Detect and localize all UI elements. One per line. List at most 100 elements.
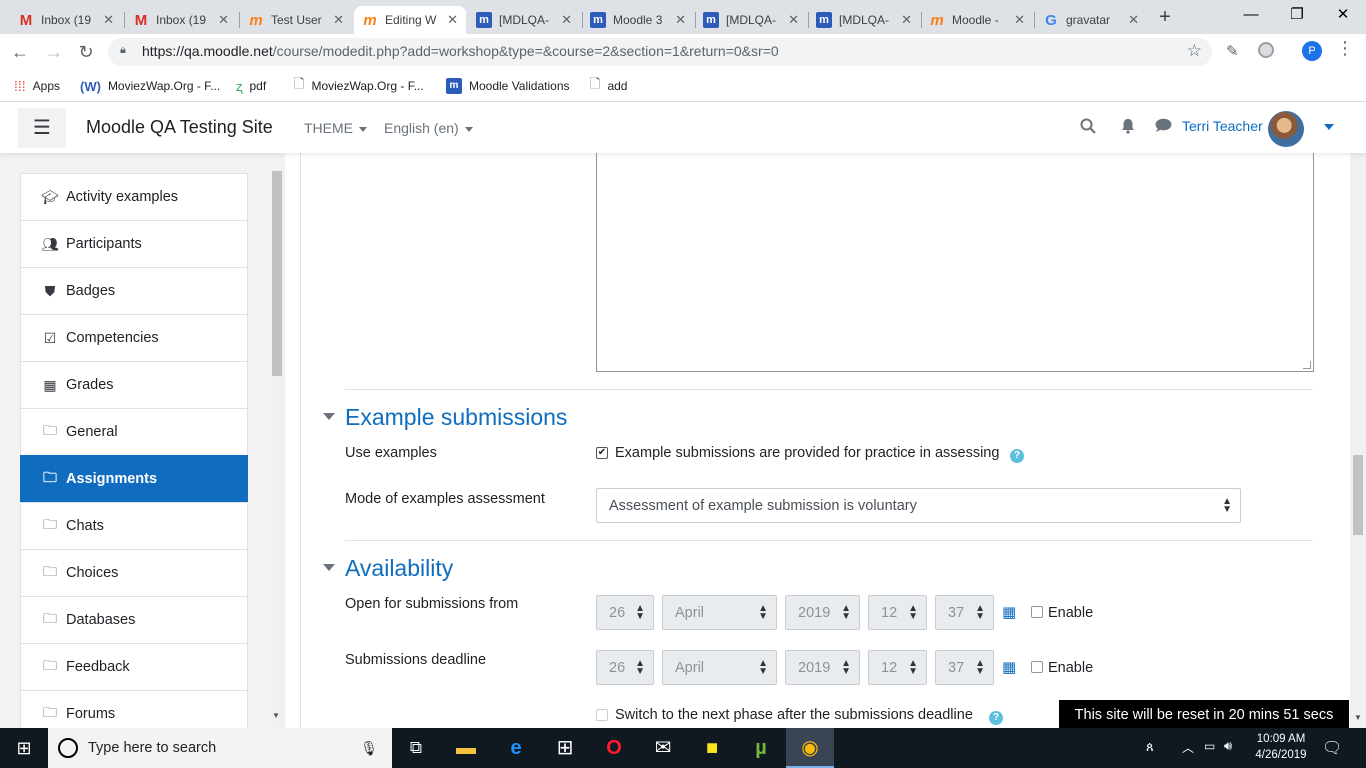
minimize-window-icon[interactable]: — xyxy=(1228,0,1274,32)
action-center-icon[interactable]: 🗨︎ xyxy=(1322,738,1342,758)
browser-tab[interactable]: M Inbox (19 ✕ xyxy=(10,6,122,34)
close-tab-icon[interactable]: ✕ xyxy=(561,12,572,28)
nav-item-activity-examples[interactable]: 🎓︎ Activity examples xyxy=(20,173,248,221)
bookmark-item[interactable]: 🗋︎ MoviezWap.Org - F... xyxy=(294,76,424,96)
browser-tab-active[interactable]: m Editing W ✕ xyxy=(354,6,466,34)
close-tab-icon[interactable]: ✕ xyxy=(218,12,229,28)
nav-item-grades[interactable]: ▦ Grades xyxy=(20,361,248,409)
browser-tab[interactable]: m Moodle 3 ✕ xyxy=(582,6,694,34)
nav-item-feedback[interactable]: 🗀 Feedback xyxy=(20,643,248,691)
open-hour-select[interactable]: 12 ▲ ▼ xyxy=(868,595,927,630)
use-examples-checkbox[interactable]: ✔ xyxy=(596,447,608,459)
nav-item-forums[interactable]: 🗀 Forums xyxy=(20,690,248,733)
deadline-minute-select[interactable]: 37 ▲ ▼ xyxy=(935,650,994,685)
task-view-icon[interactable]: ⧉ xyxy=(392,728,440,768)
nav-item-competencies[interactable]: ☑ Competencies xyxy=(20,314,248,362)
close-window-icon[interactable]: ✕ xyxy=(1320,0,1366,32)
bookmark-apps[interactable]: ⁞⁞⁞ Apps xyxy=(14,76,60,96)
bookmark-item[interactable]: (W) MoviezWap.Org - F... xyxy=(80,76,220,96)
browser-menu-icon[interactable]: ⋮ xyxy=(1336,38,1354,59)
instructions-textarea[interactable] xyxy=(596,153,1314,372)
calendar-icon[interactable]: ▦ xyxy=(1002,658,1016,676)
close-tab-icon[interactable]: ✕ xyxy=(103,12,114,28)
close-tab-icon[interactable]: ✕ xyxy=(788,12,799,28)
mail-icon[interactable]: ✉ xyxy=(639,728,687,768)
close-tab-icon[interactable]: ✕ xyxy=(675,12,686,28)
people-icon[interactable]: ጰ xyxy=(1146,739,1154,755)
opera-icon[interactable]: O xyxy=(590,728,638,768)
open-year-select[interactable]: 2019 ▲ ▼ xyxy=(785,595,860,630)
maximize-window-icon[interactable]: ❐ xyxy=(1274,0,1320,32)
collapse-caret-icon[interactable] xyxy=(323,413,335,420)
windows-start-icon[interactable]: ⊞ xyxy=(0,728,48,768)
help-icon[interactable]: ? xyxy=(989,711,1003,725)
nav-item-chats[interactable]: 🗀 Chats xyxy=(20,502,248,550)
chrome-icon[interactable]: ◉ xyxy=(786,728,834,768)
scroll-down-arrow-icon[interactable]: ▼ xyxy=(272,711,280,720)
deadline-day-select[interactable]: 26 ▲ ▼ xyxy=(596,650,654,685)
site-name[interactable]: Moodle QA Testing Site xyxy=(86,117,273,138)
messages-icon[interactable] xyxy=(1155,118,1172,138)
scroll-down-arrow-icon[interactable]: ▼ xyxy=(1354,713,1362,722)
browser-tab[interactable]: m [MDLQA- ✕ xyxy=(468,6,580,34)
profile-avatar[interactable]: P xyxy=(1302,41,1322,61)
nav-item-assignments[interactable]: 🗀 Assignments xyxy=(20,455,248,503)
back-arrow-icon[interactable]: ← xyxy=(6,34,34,70)
language-menu[interactable]: English (en) xyxy=(384,120,473,136)
deadline-year-select[interactable]: 2019 ▲ ▼ xyxy=(785,650,860,685)
browser-tab[interactable]: Ggravatar ✕ xyxy=(1035,6,1147,34)
section-heading-example-submissions[interactable]: Example submissions xyxy=(345,404,567,431)
close-tab-icon[interactable]: ✕ xyxy=(333,12,344,28)
address-bar[interactable]: 🔒︎ https://qa.moodle.net/course/modedit.… xyxy=(108,38,1212,66)
nav-drawer-toggle-button[interactable]: ☰ xyxy=(18,108,66,148)
page-scrollbar[interactable]: ▼ xyxy=(1350,153,1366,728)
store-icon[interactable]: ⊞ xyxy=(541,728,589,768)
scrollbar-thumb[interactable] xyxy=(1353,455,1363,535)
nav-item-badges[interactable]: ⛊ Badges xyxy=(20,267,248,315)
bookmark-item[interactable]: m Moodle Validations xyxy=(446,76,570,96)
mode-of-examples-select[interactable]: Assessment of example submission is volu… xyxy=(596,488,1241,523)
close-tab-icon[interactable]: ✕ xyxy=(1014,12,1025,28)
close-tab-icon[interactable]: ✕ xyxy=(901,12,912,28)
nav-item-databases[interactable]: 🗀 Databases xyxy=(20,596,248,644)
close-tab-icon[interactable]: ✕ xyxy=(447,12,458,28)
microphone-icon[interactable]: 🎙︎ xyxy=(360,740,378,757)
scrollbar-thumb[interactable] xyxy=(272,171,282,376)
notification-bell-icon[interactable] xyxy=(1120,118,1136,139)
nav-drawer-scrollbar[interactable]: ▼ xyxy=(270,171,284,728)
edge-icon[interactable]: e xyxy=(492,728,540,768)
sticky-notes-icon[interactable]: ■ xyxy=(688,728,736,768)
search-icon[interactable] xyxy=(1080,118,1096,139)
volume-icon[interactable]: 🔊︎ xyxy=(1224,738,1232,754)
browser-tab[interactable]: M Inbox (19 ✕ xyxy=(125,6,237,34)
browser-tab[interactable]: m [MDLQA- ✕ xyxy=(695,6,807,34)
help-icon[interactable]: ? xyxy=(1010,449,1024,463)
browser-tab[interactable]: m Moodle - ✕ xyxy=(921,6,1033,34)
switch-phase-checkbox[interactable] xyxy=(596,709,608,721)
user-menu-caret-icon[interactable] xyxy=(1324,124,1334,130)
extension-icon[interactable] xyxy=(1258,42,1274,58)
nav-item-choices[interactable]: 🗀 Choices xyxy=(20,549,248,597)
forward-arrow-icon[interactable]: → xyxy=(40,34,68,70)
new-tab-button[interactable]: + xyxy=(1154,6,1176,28)
browser-tab[interactable]: m Test User ✕ xyxy=(240,6,352,34)
deadline-month-select[interactable]: April ▲ ▼ xyxy=(662,650,777,685)
eyedropper-extension-icon[interactable]: ✎ xyxy=(1226,42,1239,60)
section-heading-availability[interactable]: Availability xyxy=(345,555,453,582)
nav-item-general[interactable]: 🗀 General xyxy=(20,408,248,456)
calendar-icon[interactable]: ▦ xyxy=(1002,603,1016,621)
bookmark-star-icon[interactable]: ☆ xyxy=(1187,41,1202,61)
chevron-up-icon[interactable]: ︿ xyxy=(1182,739,1194,756)
deadline-enable-checkbox[interactable] xyxy=(1031,661,1043,673)
reload-icon[interactable]: ↻ xyxy=(72,34,100,70)
taskbar-clock[interactable]: 10:09 AM 4/26/2019 xyxy=(1254,731,1308,763)
open-day-select[interactable]: 26 ▲ ▼ xyxy=(596,595,654,630)
collapse-caret-icon[interactable] xyxy=(323,564,335,571)
bookmark-item[interactable]: ʐ pdf xyxy=(236,76,266,96)
browser-tab[interactable]: m [MDLQA- ✕ xyxy=(808,6,920,34)
file-explorer-icon[interactable]: ▬ xyxy=(442,728,490,768)
battery-icon[interactable]: ▭ xyxy=(1204,739,1215,753)
utorrent-icon[interactable]: µ xyxy=(737,728,785,768)
user-avatar[interactable] xyxy=(1268,111,1304,147)
user-menu-name[interactable]: Terri Teacher xyxy=(1182,118,1263,134)
